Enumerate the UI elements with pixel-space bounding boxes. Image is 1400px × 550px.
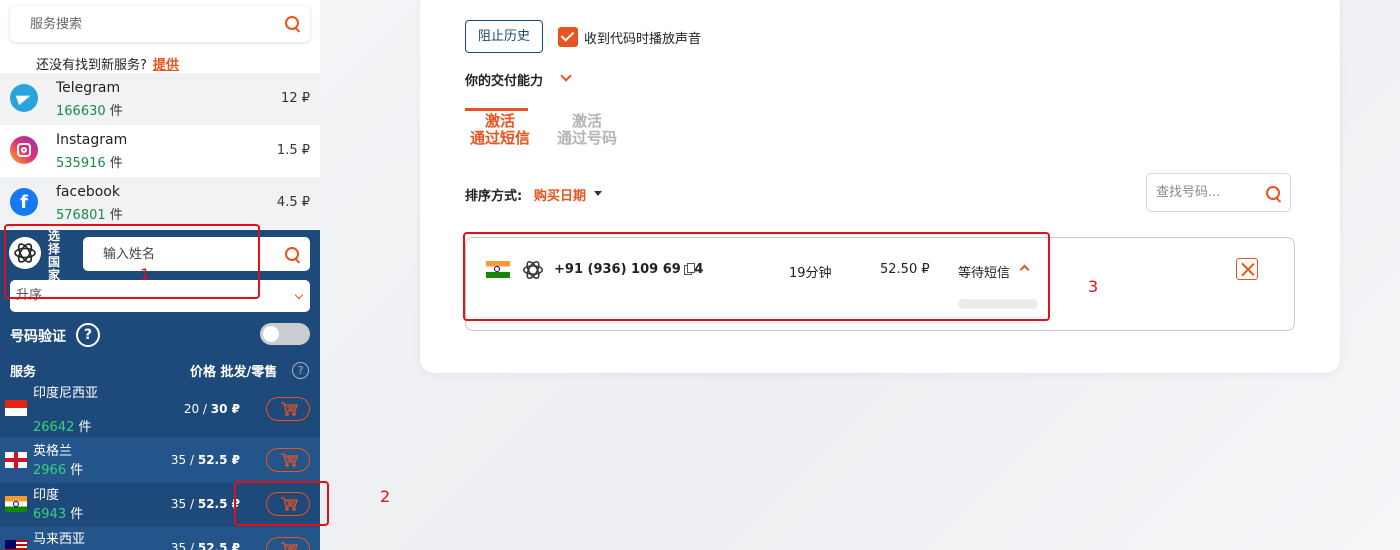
service-row-instagram[interactable]: Instagram 535916 件 1.5 ₽ bbox=[0, 125, 320, 177]
telegram-icon bbox=[10, 84, 38, 112]
service-row-telegram[interactable]: Telegram 166630 件 12 ₽ bbox=[0, 73, 320, 125]
cart-icon bbox=[281, 402, 298, 416]
annotation-label-2: 2 bbox=[380, 487, 391, 506]
column-header-price: 价格 批发/零售 bbox=[190, 365, 278, 380]
country-name: 印度尼西亚 bbox=[33, 386, 99, 401]
tab-line: 激活 bbox=[571, 112, 602, 130]
search-icon[interactable] bbox=[284, 15, 302, 33]
number-search[interactable] bbox=[1146, 173, 1291, 212]
service-search[interactable] bbox=[10, 6, 310, 42]
sort-value-dropdown[interactable]: 购买日期 bbox=[534, 185, 586, 204]
country-count: 6943 件 bbox=[33, 507, 84, 522]
search-icon[interactable] bbox=[1265, 185, 1283, 203]
suggest-link[interactable]: 提供 bbox=[153, 58, 179, 73]
number-search-input[interactable] bbox=[1147, 174, 1257, 211]
annotation-box-2 bbox=[234, 481, 329, 526]
service-price: 1.5 ₽ bbox=[276, 143, 310, 158]
service-count: 535916 件 bbox=[56, 156, 123, 171]
sort-label: 排序方式: bbox=[465, 189, 523, 204]
sound-checkbox[interactable] bbox=[558, 27, 578, 47]
buy-button[interactable] bbox=[266, 397, 310, 421]
number-verification-toggle[interactable] bbox=[260, 323, 310, 345]
service-name: facebook bbox=[56, 184, 120, 200]
service-row-facebook[interactable]: f facebook 576801 件 4.5 ₽ bbox=[0, 177, 320, 229]
service-count: 166630 件 bbox=[56, 104, 123, 119]
help-icon[interactable]: ? bbox=[76, 323, 100, 347]
tab-line: 激活 bbox=[484, 112, 515, 130]
service-name: Instagram bbox=[56, 132, 128, 148]
sound-checkbox-label[interactable]: 收到代码时播放声音 bbox=[584, 28, 701, 47]
buy-button[interactable] bbox=[266, 537, 310, 550]
block-history-button[interactable]: 阻止历史 bbox=[465, 20, 543, 53]
service-count: 576801 件 bbox=[56, 208, 123, 223]
malaysia-flag bbox=[5, 540, 27, 550]
help-icon[interactable]: ? bbox=[292, 362, 309, 379]
active-tab-indicator bbox=[465, 108, 528, 111]
country-count: 26642 件 bbox=[33, 420, 92, 435]
tab-activate-sms[interactable]: 激活 通过短信 bbox=[465, 113, 535, 147]
service-price: 12 ₽ bbox=[281, 91, 310, 106]
country-price: 35 / 52.5 ₽ bbox=[170, 541, 240, 550]
country-price: 20 / 30 ₽ bbox=[183, 402, 240, 416]
chevron-down-icon bbox=[294, 290, 304, 300]
service-search-input[interactable] bbox=[10, 6, 270, 42]
country-name: 印度 bbox=[33, 488, 60, 503]
country-price: 35 / 52.5 ₽ bbox=[170, 453, 240, 467]
country-row-indonesia[interactable]: 印度尼西亚 26642 件 20 / 30 ₽ bbox=[0, 382, 320, 436]
country-row-england[interactable]: 英格兰 2966 件 35 / 52.5 ₽ bbox=[0, 437, 320, 483]
india-flag bbox=[5, 496, 27, 512]
caret-down-icon[interactable] bbox=[594, 191, 602, 196]
facebook-icon: f bbox=[10, 188, 38, 216]
tab-activate-number[interactable]: 激活 通过号码 bbox=[552, 113, 622, 147]
annotation-box-3 bbox=[463, 232, 1050, 321]
cancel-order-button[interactable] bbox=[1236, 258, 1258, 280]
tab-line: 通过短信 bbox=[469, 129, 530, 147]
country-price: 35 / 52.5 ₽ bbox=[170, 497, 240, 511]
annotation-box-1 bbox=[4, 224, 260, 299]
not-found-text: 还没有找到新服务? bbox=[36, 58, 147, 73]
country-name: 英格兰 bbox=[33, 444, 73, 459]
cart-icon bbox=[281, 453, 298, 467]
england-flag bbox=[5, 452, 27, 468]
number-verification-label: 号码验证 bbox=[10, 329, 66, 345]
country-name: 马来西亚 bbox=[33, 532, 86, 547]
tab-line: 通过号码 bbox=[556, 129, 617, 147]
not-found-note: 还没有找到新服务? 提供 bbox=[36, 54, 179, 73]
annotation-label-3: 3 bbox=[1088, 277, 1099, 296]
search-icon[interactable] bbox=[284, 246, 302, 264]
buy-button[interactable] bbox=[266, 448, 310, 472]
column-header-service: 服务 bbox=[10, 365, 37, 380]
delivery-capability-label[interactable]: 你的交付能力 bbox=[465, 70, 543, 89]
annotation-label-1: 1 bbox=[140, 265, 151, 284]
indonesia-flag bbox=[5, 400, 27, 416]
cart-icon bbox=[281, 542, 298, 550]
instagram-icon bbox=[10, 136, 38, 164]
service-name: Telegram bbox=[56, 80, 121, 96]
country-row-malaysia[interactable]: 马来西亚 35 / 52.5 ₽ bbox=[0, 527, 320, 550]
country-count: 2966 件 bbox=[33, 463, 84, 478]
service-price: 4.5 ₽ bbox=[276, 195, 310, 210]
